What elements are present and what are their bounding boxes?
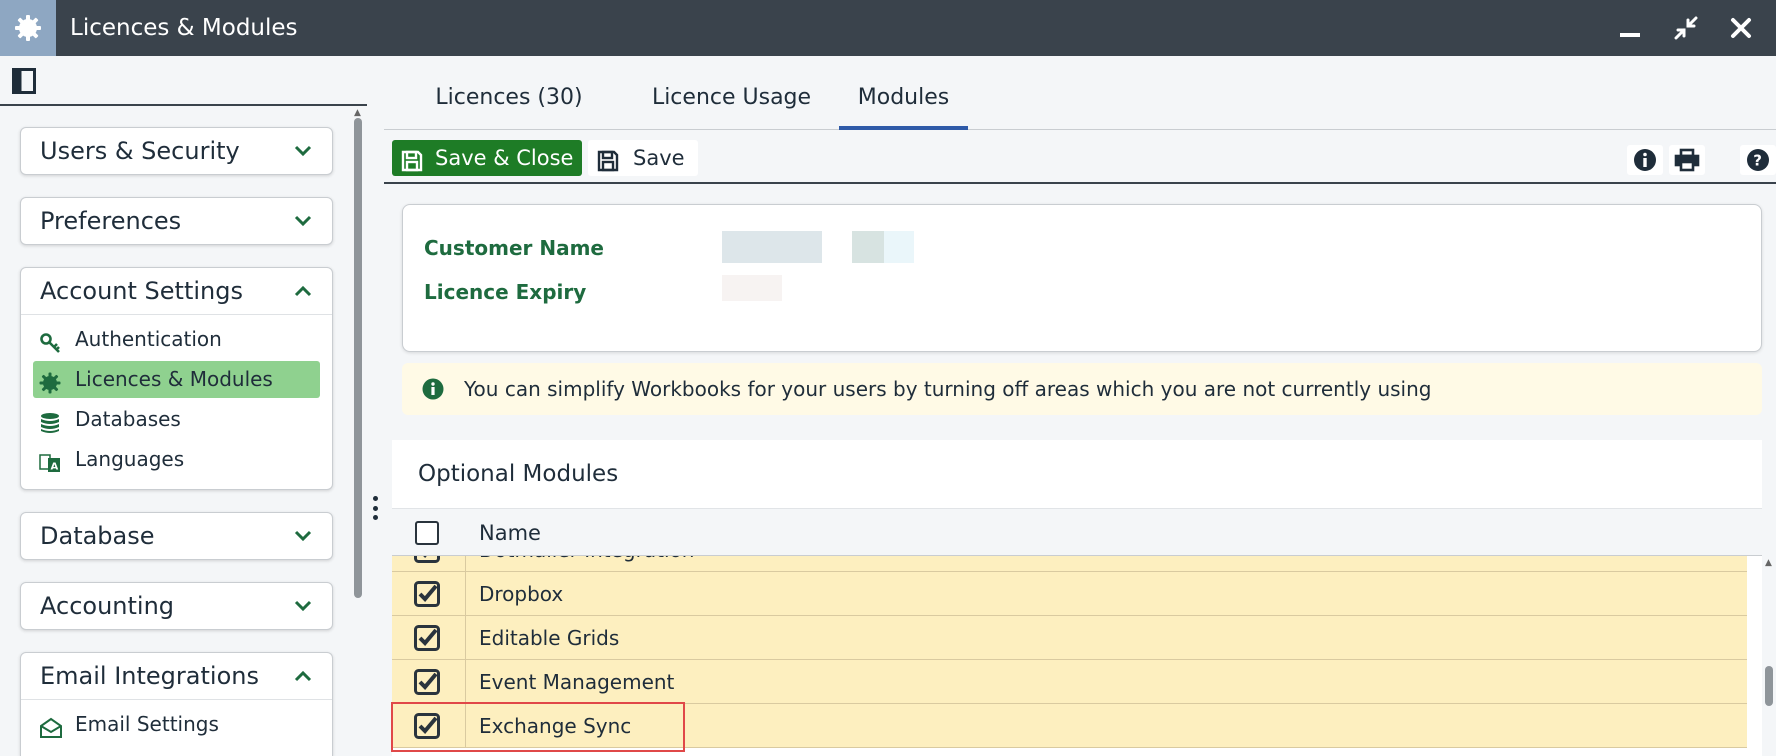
sidebar-item-label: Authentication: [75, 327, 222, 351]
minimize-icon[interactable]: [1614, 12, 1646, 44]
panel-account-settings[interactable]: Account Settings Authentication Licences…: [20, 267, 333, 490]
help-icon[interactable]: ?: [1740, 145, 1776, 175]
customer-name-label: Customer Name: [424, 236, 604, 260]
sidebar-scroll-up-icon[interactable]: ▲: [354, 108, 361, 118]
window-title: Licences & Modules: [70, 15, 298, 41]
sidebar-scrollbar[interactable]: [354, 118, 362, 598]
chevron-up-icon[interactable]: [294, 268, 312, 314]
module-name: Editable Grids: [479, 626, 620, 650]
sidebar-item-label: Licences & Modules: [75, 367, 273, 391]
chevron-down-icon[interactable]: [294, 513, 312, 559]
scroll-up-icon[interactable]: ▲: [1765, 558, 1772, 568]
tab-bar: Licences (30) Licence Usage Modules: [384, 56, 1776, 130]
scrollbar-thumb[interactable]: [1765, 666, 1773, 706]
tab-modules[interactable]: Modules: [839, 56, 968, 130]
panel-users-security[interactable]: Users & Security: [20, 127, 333, 175]
highlight-box: [391, 702, 685, 752]
database-icon: [39, 409, 61, 433]
column-header-name[interactable]: Name: [479, 509, 541, 557]
panel-title: Account Settings: [40, 277, 243, 305]
chevron-down-icon[interactable]: [294, 583, 312, 629]
panel-header[interactable]: Accounting: [21, 583, 332, 629]
table-header: Name: [392, 508, 1762, 556]
module-name: Dropbox: [479, 582, 564, 606]
print-icon[interactable]: [1669, 145, 1705, 175]
checked-checkbox-icon[interactable]: [414, 625, 440, 651]
chevron-up-icon[interactable]: [294, 653, 312, 699]
customer-details-card: Customer Name Licence Expiry: [402, 204, 1762, 352]
panel-accounting[interactable]: Accounting: [20, 582, 333, 630]
table-row[interactable]: Dotmailer Integration: [392, 556, 1747, 572]
redacted-value: [722, 231, 822, 263]
licence-expiry-label: Licence Expiry: [424, 280, 587, 304]
checked-checkbox-icon[interactable]: [414, 581, 440, 607]
panel-database[interactable]: Database: [20, 512, 333, 560]
panel-title: Database: [40, 522, 155, 550]
floppy-disk-icon: [597, 147, 619, 172]
info-banner-text: You can simplify Workbooks for your user…: [464, 377, 1432, 401]
tab-licences[interactable]: Licences (30): [427, 56, 591, 130]
checked-checkbox-icon[interactable]: [414, 669, 440, 695]
info-circle-icon: [422, 378, 444, 400]
sidebar-toggle-icon[interactable]: [12, 68, 36, 94]
table-row[interactable]: Dropbox: [392, 572, 1747, 616]
section-title: Optional Modules: [418, 461, 619, 487]
chevron-down-icon[interactable]: [294, 198, 312, 244]
title-bar: Licences & Modules: [0, 0, 1776, 56]
toolbar: Save & Close Save ?: [384, 130, 1776, 184]
gear-badge-icon: [39, 369, 61, 394]
sidebar-divider: [0, 104, 367, 106]
sidebar-item-label: Databases: [75, 407, 181, 431]
envelope-icon: [39, 714, 62, 738]
restore-icon[interactable]: [1670, 12, 1702, 44]
sidebar-item-label: Languages: [75, 447, 185, 471]
info-banner: You can simplify Workbooks for your user…: [402, 363, 1762, 415]
sidebar-item-label: Email Settings: [75, 712, 219, 736]
app-gear-icon: [0, 0, 56, 56]
panel-email-integrations[interactable]: Email Integrations Email Settings: [20, 652, 333, 756]
info-icon[interactable]: [1627, 145, 1663, 175]
panel-header[interactable]: Users & Security: [21, 128, 332, 174]
sidebar-item-authentication[interactable]: Authentication: [33, 321, 320, 358]
panel-title: Email Integrations: [40, 662, 259, 690]
sidebar-item-email-settings[interactable]: Email Settings: [33, 706, 320, 743]
panel-header[interactable]: Database: [21, 513, 332, 559]
save-label: Save: [633, 146, 685, 170]
svg-text:?: ?: [1753, 152, 1762, 170]
table-row[interactable]: Event Management: [392, 660, 1747, 704]
pane-splitter-handle[interactable]: [372, 496, 378, 520]
chevron-down-icon[interactable]: [294, 128, 312, 174]
table-row[interactable]: Editable Grids: [392, 616, 1747, 660]
sidebar-item-databases[interactable]: Databases: [33, 401, 320, 438]
panel-title: Accounting: [40, 592, 175, 620]
redacted-value: [884, 231, 914, 263]
panel-header[interactable]: Email Integrations: [21, 653, 332, 699]
select-all-checkbox[interactable]: [415, 521, 439, 545]
panel-header[interactable]: Preferences: [21, 198, 332, 244]
language-icon: A: [39, 449, 61, 473]
module-name: Event Management: [479, 670, 675, 694]
panel-preferences[interactable]: Preferences: [20, 197, 333, 245]
module-name: Dotmailer Integration: [479, 556, 694, 572]
redacted-value: [722, 275, 782, 301]
close-icon[interactable]: [1725, 12, 1757, 44]
modules-scrollbar[interactable]: ▲: [1762, 556, 1776, 756]
floppy-disk-icon: [401, 147, 423, 172]
svg-text:A: A: [51, 462, 59, 473]
key-icon: [39, 329, 61, 353]
panel-title: Users & Security: [40, 137, 240, 165]
save-close-label: Save & Close: [435, 146, 574, 170]
panel-header[interactable]: Account Settings: [21, 268, 332, 314]
sidebar-item-licences-modules[interactable]: Licences & Modules: [33, 361, 320, 398]
checked-checkbox-icon[interactable]: [414, 556, 440, 563]
redacted-value: [852, 231, 884, 263]
panel-title: Preferences: [40, 207, 182, 235]
save-close-button[interactable]: Save & Close: [392, 140, 582, 176]
save-button[interactable]: Save: [588, 140, 698, 176]
sidebar-item-languages[interactable]: A Languages: [33, 441, 320, 478]
tab-licence-usage[interactable]: Licence Usage: [649, 56, 814, 130]
